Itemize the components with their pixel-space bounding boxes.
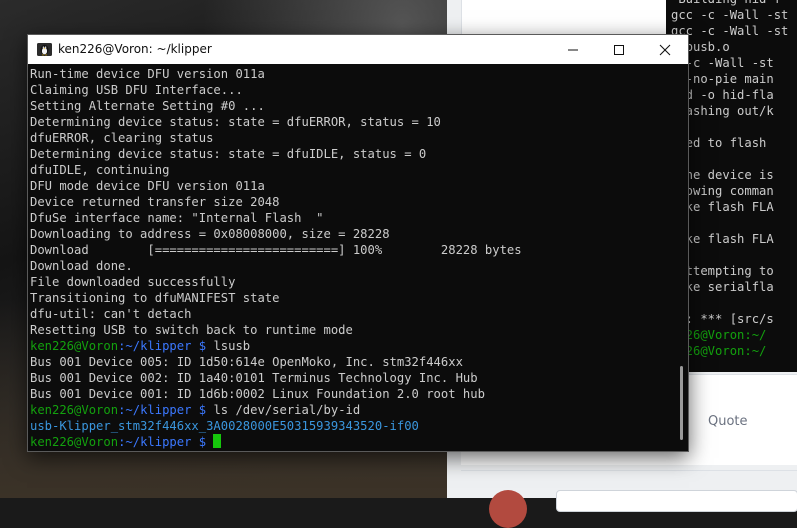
background-terminal-line: ead -o hid-fla — [671, 88, 774, 102]
text-cursor — [213, 434, 222, 448]
forum-card — [461, 0, 668, 35]
output-text: Transitioning to dfuMANIFEST state — [30, 291, 280, 305]
minimize-icon — [568, 49, 578, 50]
terminal-output-line: Download done. — [30, 258, 676, 274]
output-text: Run-time device DFU version 011a — [30, 67, 265, 81]
terminal-output-line: Transitioning to dfuMANIFEST state — [30, 290, 676, 306]
output-text: Bus 001 Device 002: ID 1a40:0101 Terminu… — [30, 371, 478, 385]
prompt-user: ken226@Voron — [30, 403, 119, 417]
close-button[interactable] — [642, 35, 688, 64]
terminal-output-line: Determining device status: state = dfuID… — [30, 146, 676, 162]
output-text: Bus 001 Device 001: ID 1d6b:0002 Linux F… — [30, 387, 485, 401]
background-terminal-line: c -no-pie main — [671, 72, 774, 86]
output-text: Downloading to address = 0x08008000, siz… — [30, 227, 390, 241]
output-text: Bus 001 Device 005: ID 1d50:614e OpenMok… — [30, 355, 463, 369]
prompt-command: lsusb — [213, 339, 251, 353]
output-text: Setting Alternate Setting #0 ... — [30, 99, 265, 113]
terminal-output-line: Bus 001 Device 002: ID 1a40:0101 Terminu… — [30, 370, 676, 386]
output-text: Determining device status: state = dfuID… — [30, 147, 427, 161]
terminal-output-line: Downloading to address = 0x08008000, siz… — [30, 226, 676, 242]
terminal-prompt-line: ken226@Voron:~/klipper $ lsusb — [30, 338, 676, 354]
output-text: dfuERROR, clearing status — [30, 131, 214, 145]
output-text: Download done. — [30, 259, 133, 273]
terminal-output: Run-time device DFU version 011a Claiming… — [28, 64, 676, 450]
terminal-output-line: usb-Klipper_stm32f446xx_3A0028000E503159… — [30, 418, 676, 434]
prompt-path: :~/klipper — [118, 403, 192, 417]
reply-input[interactable] — [556, 490, 797, 512]
terminal-output-line: DFU mode device DFU version 011a — [30, 178, 676, 194]
background-terminal-line: libusb.o — [671, 40, 730, 54]
serial-device-path: usb-Klipper_stm32f446xx_3A0028000E503159… — [30, 419, 419, 433]
background-terminal-line: llowing comman — [671, 184, 774, 198]
output-text: dfu-util: can't detach — [30, 307, 192, 321]
penguin-icon — [37, 43, 52, 56]
prompt-user: ken226@Voron — [30, 339, 119, 353]
terminal-output-line: Resetting USB to switch back to runtime … — [30, 322, 676, 338]
background-terminal-line: Flashing out/k — [671, 104, 774, 118]
maximize-button[interactable] — [596, 35, 642, 64]
output-text: dfuIDLE, continuing — [30, 163, 170, 177]
prompt-path: :~/klipper — [118, 435, 192, 449]
background-terminal-line — [671, 119, 797, 135]
terminal-output-line: Bus 001 Device 001: ID 1d6b:0002 Linux F… — [30, 386, 676, 402]
prompt-symbol: $ — [191, 435, 214, 449]
output-text: Claiming USB DFU Interface... — [30, 83, 243, 97]
prompt-path: :~/klipper — [118, 339, 192, 353]
background-terminal-line: n226@Voron:~/ — [671, 344, 767, 358]
background-terminal-line: ke: *** [src/s — [671, 312, 774, 326]
background-terminal-line: the device is — [671, 168, 774, 182]
output-text: Download [=========================] 100… — [30, 243, 522, 257]
terminal-output-line: File downloaded successfully — [30, 274, 676, 290]
prompt-command: ls /dev/serial/by-id — [213, 403, 361, 417]
terminal-window[interactable]: ken226@Voron: ~/klipper Run-time device … — [27, 34, 689, 452]
prompt-symbol: $ — [191, 339, 214, 353]
background-terminal-line: make serialfla — [671, 280, 774, 294]
output-text: Device returned transfer size 2048 — [30, 195, 280, 209]
terminal-output-line: dfuIDLE, continuing — [30, 162, 676, 178]
minimize-button[interactable] — [550, 35, 596, 64]
quote-button[interactable]: Quote — [708, 414, 748, 429]
background-terminal-line — [671, 247, 797, 263]
window-title: ken226@Voron: ~/klipper — [58, 42, 212, 56]
output-text: Resetting USB to switch back to runtime … — [30, 323, 353, 337]
terminal-prompt-line: ken226@Voron:~/klipper $ — [30, 434, 676, 450]
background-terminal-line: OR — [671, 215, 797, 231]
background-terminal-line: make flash FLA — [671, 232, 774, 246]
terminal-output-line: dfu-util: can't detach — [30, 306, 676, 322]
background-terminal-line: gcc -c -Wall -st — [671, 24, 789, 38]
terminal-output-line: Run-time device DFU version 011a — [30, 66, 676, 82]
title-bar[interactable]: ken226@Voron: ~/klipper — [28, 35, 688, 64]
maximize-icon — [614, 44, 624, 55]
terminal-output-line: Claiming USB DFU Interface... — [30, 82, 676, 98]
background-terminal-line: c -c -Wall -st — [671, 56, 774, 70]
terminal-prompt-line: ken226@Voron:~/klipper $ ls /dev/serial/… — [30, 402, 676, 418]
terminal-console[interactable]: Run-time device DFU version 011a Claiming… — [28, 64, 676, 451]
scrollbar-thumb[interactable] — [680, 366, 683, 440]
output-text: DFU mode device DFU version 011a — [30, 179, 265, 193]
terminal-output-line: Device returned transfer size 2048 — [30, 194, 676, 210]
background-terminal-line — [671, 151, 797, 167]
terminal-output-line: Determining device status: state = dfuER… — [30, 114, 676, 130]
background-terminal-line: make flash FLA — [671, 200, 774, 214]
background-terminal-line: gcc -c -Wall -st — [671, 8, 789, 22]
output-text: Determining device status: state = dfuER… — [30, 115, 441, 129]
terminal-output-line: Setting Alternate Setting #0 ... — [30, 98, 676, 114]
background-terminal-line: attempting to — [671, 264, 774, 278]
terminal-output-line: Bus 001 Device 005: ID 1d50:614e OpenMok… — [30, 354, 676, 370]
prompt-symbol: $ — [191, 403, 214, 417]
terminal-output-line: dfuERROR, clearing status — [30, 130, 676, 146]
background-terminal-line: Building hid-f — [671, 0, 797, 7]
avatar — [489, 490, 527, 528]
close-icon — [659, 44, 671, 55]
terminal-output-line: DfuSe interface name: "Internal Flash " — [30, 210, 676, 226]
output-text: File downloaded successfully — [30, 275, 236, 289]
terminal-output-line: Download [=========================] 100… — [30, 242, 676, 258]
background-terminal-line — [671, 295, 797, 311]
prompt-user: ken226@Voron — [30, 435, 119, 449]
scrollbar[interactable] — [676, 64, 688, 451]
divider — [461, 470, 797, 471]
output-text: DfuSe interface name: "Internal Flash " — [30, 211, 324, 225]
background-terminal-line: n226@Voron:~/ — [671, 328, 767, 342]
background-terminal-line: iled to flash — [671, 136, 767, 150]
